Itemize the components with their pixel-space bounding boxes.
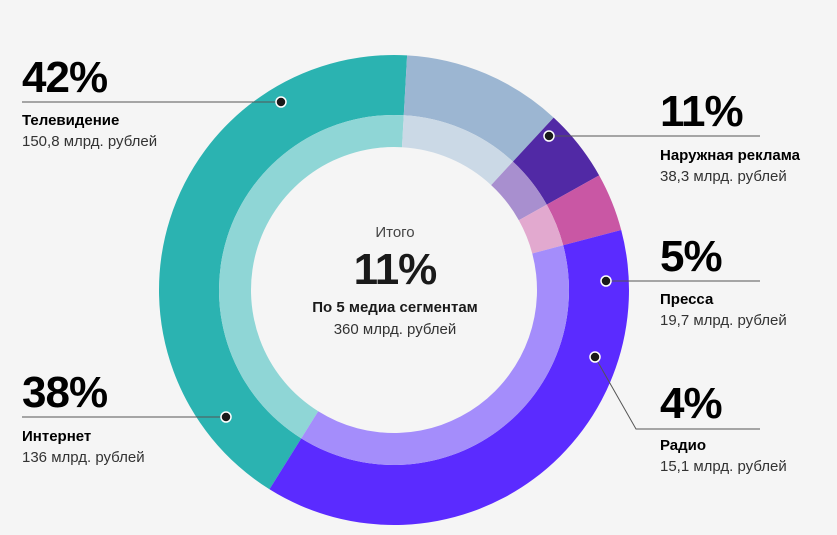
internet-value: 136 млрд. рублей bbox=[22, 449, 145, 466]
press-value: 19,7 млрд. рублей bbox=[660, 312, 787, 329]
tv-value: 150,8 млрд. рублей bbox=[22, 133, 157, 150]
outdoor-percent: 11% bbox=[660, 87, 743, 136]
radio-percent: 4% bbox=[660, 379, 722, 428]
center-title: По 5 медиа сегментам bbox=[312, 299, 478, 316]
leader-dot-press bbox=[600, 275, 612, 287]
outdoor-value: 38,3 млрд. рублей bbox=[660, 168, 787, 185]
internet-name: Интернет bbox=[22, 428, 91, 445]
radio-value: 15,1 млрд. рублей bbox=[660, 458, 787, 475]
internet-percent: 38% bbox=[22, 368, 107, 417]
outdoor-name: Наружная реклама bbox=[660, 147, 801, 164]
press-name: Пресса bbox=[660, 291, 714, 308]
press-percent: 5% bbox=[660, 232, 722, 281]
center-percent: 11% bbox=[354, 245, 437, 294]
segment-internet-outer bbox=[269, 229, 629, 525]
leader-dot-outdoor bbox=[543, 130, 555, 142]
donut-chart: Итого 11% По 5 медиа сегментам 360 млрд.… bbox=[22, 53, 801, 525]
label-radio: 4% Радио 15,1 млрд. рублей bbox=[660, 379, 787, 475]
leader-dot-radio bbox=[589, 351, 601, 363]
leader-dot-internet bbox=[220, 411, 232, 423]
radio-name: Радио bbox=[660, 437, 706, 454]
center-summary: Итого 11% По 5 медиа сегментам 360 млрд.… bbox=[312, 224, 478, 338]
tv-percent: 42% bbox=[22, 53, 107, 102]
leader-dot-tv bbox=[275, 96, 287, 108]
center-label: Итого bbox=[375, 224, 414, 241]
tv-name: Телевидение bbox=[22, 112, 119, 129]
center-total: 360 млрд. рублей bbox=[334, 321, 457, 338]
